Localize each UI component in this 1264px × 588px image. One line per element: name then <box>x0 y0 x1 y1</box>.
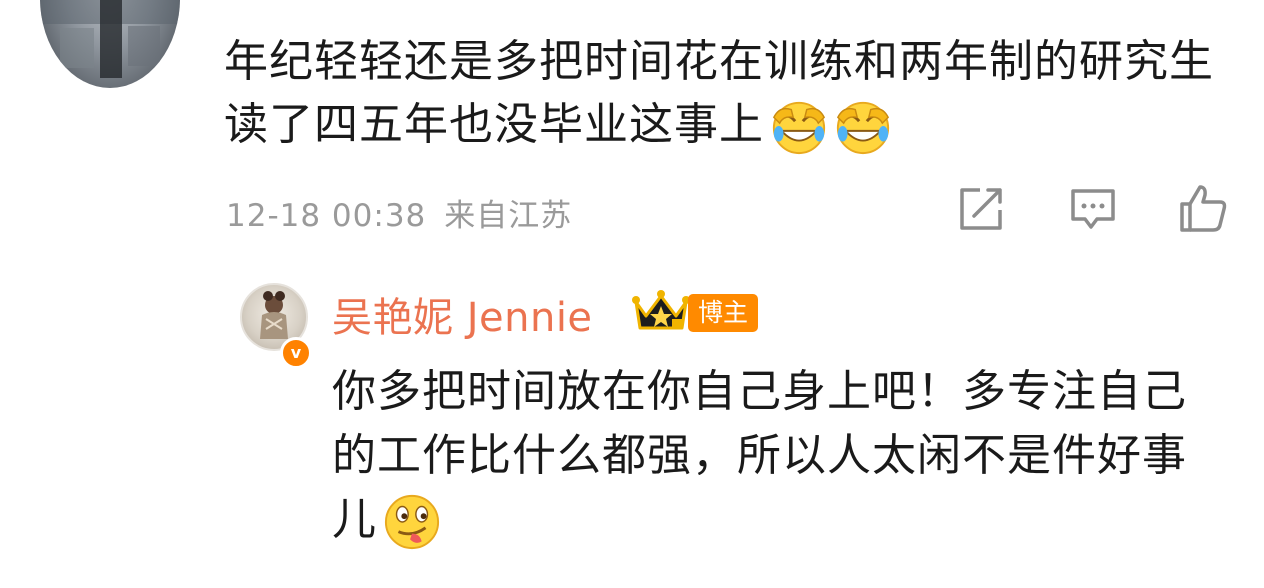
comment-text: 年纪轻轻还是多把时间花在训练和两年制的研究生读了四五年也没毕业这事上 <box>224 30 1244 156</box>
reply-text-content: 你多把时间放在你自己身上吧！多专注自己的工作比什么都强，所以人太闲不是件好事儿 <box>332 366 1187 545</box>
tongue-out-icon <box>384 494 440 550</box>
crown-icon <box>632 290 690 330</box>
share-icon[interactable] <box>954 182 1008 236</box>
reply-text: 你多把时间放在你自己身上吧！多专注自己的工作比什么都强，所以人太闲不是件好事儿 <box>332 360 1212 552</box>
like-icon[interactable] <box>1176 182 1230 236</box>
verified-badge: v <box>280 337 312 369</box>
blogger-username[interactable]: 吴艳妮 Jennie <box>332 285 593 343</box>
comment-icon[interactable] <box>1066 182 1120 236</box>
comment-location: 来自江苏 <box>444 198 573 234</box>
comment-meta: 12-18 00:38 来自江苏 <box>226 190 572 235</box>
laugh-cry-icon <box>772 101 826 155</box>
commenter-avatar[interactable] <box>40 0 180 88</box>
author-badge: 博主 <box>688 294 759 332</box>
comment-text-content: 年纪轻轻还是多把时间花在训练和两年制的研究生读了四五年也没毕业这事上 <box>224 36 1214 150</box>
comment-timestamp: 12-18 00:38 <box>226 198 427 234</box>
laugh-cry-icon <box>836 101 890 155</box>
